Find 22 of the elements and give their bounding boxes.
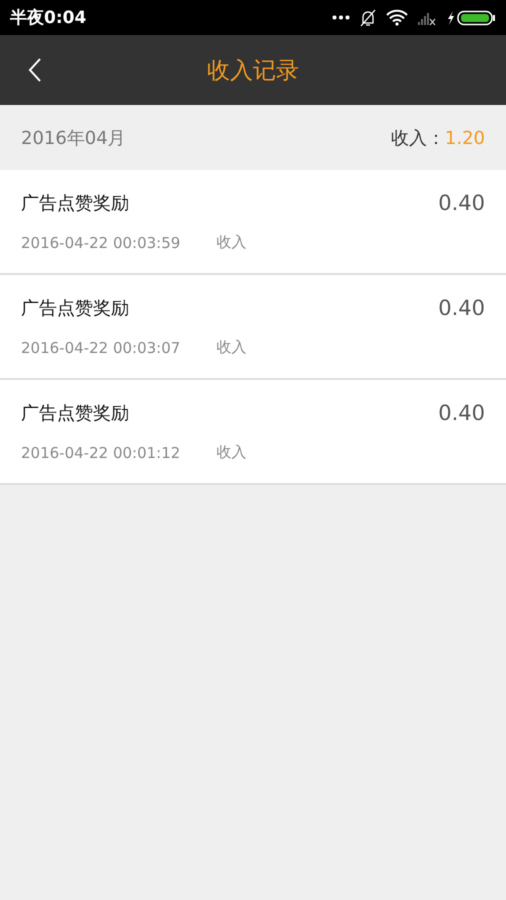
wifi-icon bbox=[386, 9, 408, 26]
page-title: 收入记录 bbox=[207, 56, 299, 86]
back-icon bbox=[28, 57, 42, 83]
total-label: 收入： bbox=[390, 126, 445, 150]
more-icon bbox=[332, 15, 350, 20]
record-type: 收入 bbox=[216, 443, 246, 462]
record-time: 2016-04-22 00:03:59 bbox=[21, 234, 180, 252]
bell-muted-icon bbox=[360, 8, 376, 26]
record-type: 收入 bbox=[216, 233, 246, 252]
total-value: 1.20 bbox=[444, 128, 485, 148]
record-time: 2016-04-22 00:01:12 bbox=[21, 444, 180, 462]
record-type: 收入 bbox=[216, 338, 246, 357]
record-title: 广告点赞奖励 bbox=[21, 402, 129, 425]
record-amount: 0.40 bbox=[438, 296, 485, 320]
record-amount: 0.40 bbox=[438, 191, 485, 215]
record-time: 2016-04-22 00:03:07 bbox=[21, 338, 180, 356]
record-title: 广告点赞奖励 bbox=[21, 297, 129, 320]
record-amount: 0.40 bbox=[438, 401, 485, 425]
status-time: 半夜0:04 bbox=[10, 7, 86, 29]
month-label: 2016年04月 bbox=[21, 126, 126, 150]
record-title: 广告点赞奖励 bbox=[21, 192, 129, 215]
battery-icon bbox=[446, 10, 496, 26]
